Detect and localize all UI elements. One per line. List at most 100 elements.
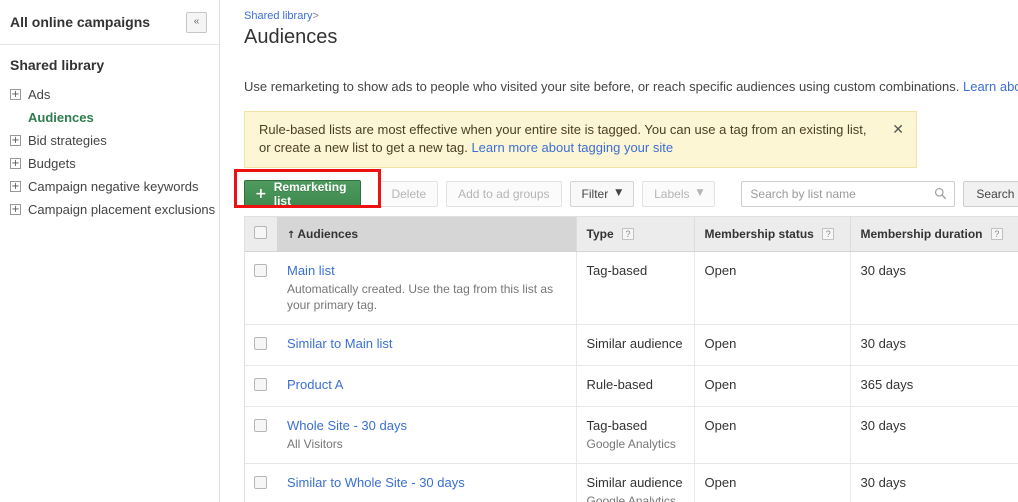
sidebar-item-audiences[interactable]: Audiences bbox=[0, 106, 219, 129]
row-checkbox[interactable] bbox=[254, 264, 267, 277]
labels-dropdown-button[interactable]: Labels ▼ bbox=[642, 180, 716, 207]
audience-type: Similar audience bbox=[586, 336, 683, 351]
sidebar-item-budgets[interactable]: + Budgets bbox=[0, 152, 219, 175]
learn-about-link[interactable]: Learn about bbox=[963, 79, 1018, 94]
column-header-type[interactable]: Type ? bbox=[576, 217, 695, 252]
column-header-membership-duration[interactable]: Membership duration ? bbox=[850, 217, 1018, 252]
filter-button-label: Filter bbox=[581, 186, 609, 201]
no-expander-spacer bbox=[10, 112, 21, 123]
audience-description: Automatically created. Use the tag from … bbox=[287, 282, 554, 312]
sidebar-nav: Shared library + Ads Audiences + Bid str… bbox=[0, 45, 219, 221]
expand-plus-icon[interactable]: + bbox=[10, 181, 21, 192]
chevron-down-icon: ▼ bbox=[696, 188, 704, 198]
row-type-cell: Rule-based bbox=[576, 365, 695, 407]
row-checkbox[interactable] bbox=[254, 378, 267, 391]
column-header-label: Audiences bbox=[297, 227, 359, 241]
row-type-cell: Tag-based Google Analytics bbox=[576, 406, 695, 464]
add-to-ad-groups-button[interactable]: Add to ad groups bbox=[446, 180, 562, 207]
notice-line-1: Rule-based lists are most effective when… bbox=[259, 122, 867, 137]
expand-plus-icon[interactable]: + bbox=[10, 89, 21, 100]
table-toolbar: + Remarketing list Delete Add to ad grou… bbox=[244, 180, 1018, 208]
audience-name-link[interactable]: Whole Site - 30 days bbox=[287, 418, 407, 433]
sidebar-item-bid-strategies[interactable]: + Bid strategies bbox=[0, 129, 219, 152]
row-duration-cell: 30 days bbox=[850, 463, 1018, 502]
main-content: Shared library> Audiences Use remarketin… bbox=[220, 0, 1018, 502]
table-row: Product A Rule-based Open 365 days bbox=[245, 365, 1018, 407]
tagging-notice-banner: Rule-based lists are most effective when… bbox=[244, 111, 917, 168]
chevron-down-icon: ▼ bbox=[615, 188, 623, 198]
filter-dropdown-button[interactable]: Filter ▼ bbox=[569, 180, 635, 207]
delete-button[interactable]: Delete bbox=[379, 180, 439, 207]
column-header-audiences[interactable]: ↑ Audiences bbox=[277, 217, 577, 252]
search-button[interactable]: Search bbox=[963, 180, 1018, 207]
audience-type: Similar audience bbox=[586, 475, 683, 490]
row-type-cell: Tag-based bbox=[576, 251, 695, 325]
row-duration-cell: 365 days bbox=[850, 365, 1018, 407]
table-row: Similar to Whole Site - 30 days Similar … bbox=[245, 463, 1018, 502]
sidebar-item-label: Audiences bbox=[28, 110, 94, 125]
row-checkbox[interactable] bbox=[254, 476, 267, 489]
row-status-cell: Open bbox=[694, 463, 851, 502]
expand-plus-icon[interactable]: + bbox=[10, 135, 21, 146]
sidebar-item-label: Bid strategies bbox=[28, 133, 107, 148]
breadcrumb-link-shared-library[interactable]: Shared library bbox=[244, 10, 312, 22]
sidebar-item-ads[interactable]: + Ads bbox=[0, 83, 219, 106]
notice-line-2: or create a new list to get a new tag. bbox=[259, 140, 472, 155]
row-name-cell: Similar to Main list bbox=[277, 324, 577, 366]
intro-text: Use remarketing to show ads to people wh… bbox=[244, 79, 963, 94]
breadcrumb: Shared library> bbox=[244, 0, 1018, 23]
plus-icon: + bbox=[255, 185, 267, 202]
help-icon[interactable]: ? bbox=[990, 228, 1003, 240]
table-row: Main list Automatically created. Use the… bbox=[245, 251, 1018, 325]
table-row: Similar to Main list Similar audience Op… bbox=[245, 324, 1018, 366]
row-select-cell bbox=[245, 406, 277, 464]
collapse-sidebar-button[interactable]: « bbox=[186, 11, 207, 33]
select-all-header bbox=[245, 217, 277, 252]
select-all-checkbox[interactable] bbox=[254, 226, 267, 239]
column-header-membership-status[interactable]: Membership status ? bbox=[694, 217, 851, 252]
tagging-learn-more-link[interactable]: Learn more about tagging your site bbox=[471, 140, 673, 155]
search-button-label: Search bbox=[976, 186, 1015, 201]
sidebar-section-title: Shared library bbox=[10, 57, 105, 73]
sidebar-item-label: Ads bbox=[28, 87, 51, 102]
table-row: Whole Site - 30 days All Visitors Tag-ba… bbox=[245, 406, 1018, 464]
row-select-cell bbox=[245, 324, 277, 366]
audience-type: Rule-based bbox=[586, 377, 654, 392]
row-checkbox[interactable] bbox=[254, 337, 267, 350]
sidebar-item-label: Budgets bbox=[28, 156, 76, 171]
help-icon[interactable]: ? bbox=[822, 228, 835, 240]
row-status-cell: Open bbox=[694, 324, 851, 366]
remarketing-list-button[interactable]: + Remarketing list bbox=[244, 180, 362, 208]
audience-type-source: Google Analytics bbox=[586, 494, 676, 502]
expand-plus-icon[interactable]: + bbox=[10, 204, 21, 215]
close-icon[interactable]: ✕ bbox=[884, 121, 904, 139]
search-input[interactable] bbox=[741, 180, 956, 207]
page-title: Audiences bbox=[244, 26, 338, 48]
sidebar-item-campaign-negative-keywords[interactable]: + Campaign negative keywords bbox=[0, 175, 219, 198]
breadcrumb-separator: > bbox=[312, 10, 319, 22]
audiences-table: ↑ Audiences Type ? Membership status ? Me… bbox=[244, 216, 1018, 502]
audience-name-link[interactable]: Main list bbox=[287, 263, 335, 278]
row-status-cell: Open bbox=[694, 251, 851, 325]
help-icon[interactable]: ? bbox=[621, 228, 634, 240]
sidebar-item-campaign-placement-exclusions[interactable]: + Campaign placement exclusions bbox=[0, 198, 219, 221]
row-duration-cell: 30 days bbox=[850, 406, 1018, 464]
row-name-cell: Main list Automatically created. Use the… bbox=[277, 251, 577, 325]
row-select-cell bbox=[245, 365, 277, 407]
column-header-label: Type bbox=[586, 227, 614, 241]
table-header-row: ↑ Audiences Type ? Membership status ? Me… bbox=[245, 217, 1018, 252]
row-type-cell: Similar audience Google Analytics bbox=[576, 463, 695, 502]
row-select-cell bbox=[245, 463, 277, 502]
audience-name-link[interactable]: Similar to Main list bbox=[287, 336, 392, 351]
row-name-cell: Similar to Whole Site - 30 days bbox=[277, 463, 577, 502]
audience-name-link[interactable]: Similar to Whole Site - 30 days bbox=[287, 475, 465, 490]
double-chevron-left-icon: « bbox=[193, 16, 200, 27]
delete-button-label: Delete bbox=[391, 186, 427, 201]
row-duration-cell: 30 days bbox=[850, 251, 1018, 325]
audience-name-link[interactable]: Product A bbox=[287, 377, 343, 392]
row-checkbox[interactable] bbox=[254, 419, 267, 432]
search-field-wrapper bbox=[741, 180, 956, 207]
row-type-cell: Similar audience bbox=[576, 324, 695, 366]
expand-plus-icon[interactable]: + bbox=[10, 158, 21, 169]
sidebar-item-label: Campaign placement exclusions bbox=[28, 202, 216, 217]
